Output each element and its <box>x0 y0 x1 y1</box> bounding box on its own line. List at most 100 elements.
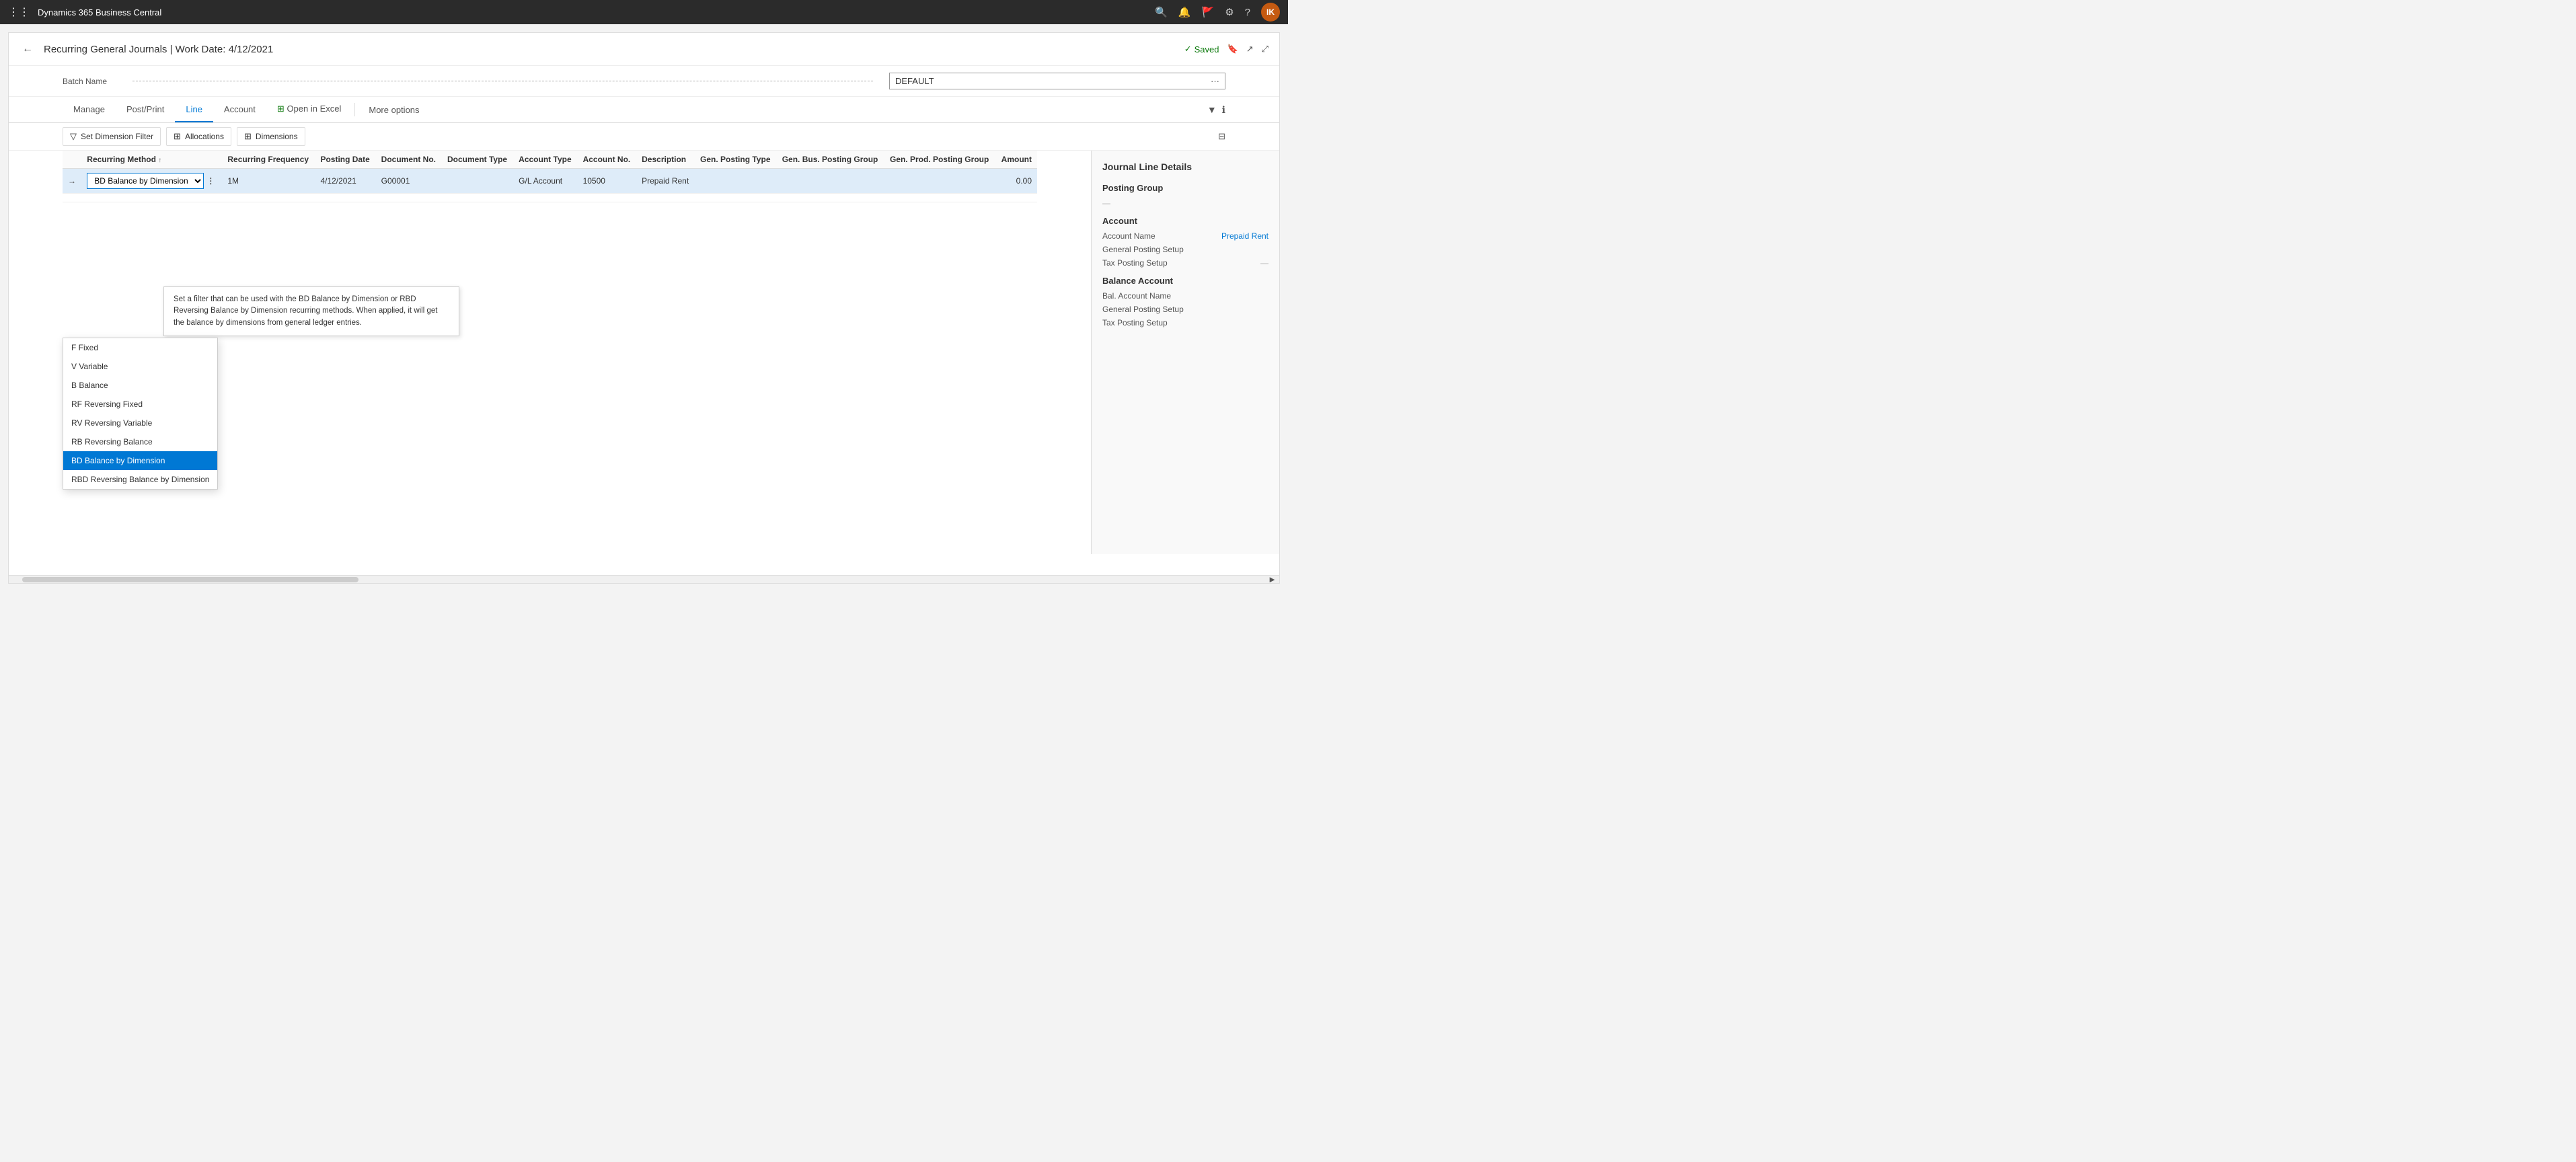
col-account-no[interactable]: Account No. <box>578 151 637 169</box>
col-account-type[interactable]: Account Type <box>513 151 577 169</box>
panel-section-balance-account: Balance Account <box>1102 276 1268 286</box>
dropdown-item-rv-reversing-variable[interactable]: RV Reversing Variable <box>63 414 217 432</box>
bal-general-posting-setup-label: General Posting Setup <box>1102 305 1184 314</box>
batch-value: DEFAULT <box>895 76 1205 86</box>
tab-line[interactable]: Line <box>175 98 213 122</box>
panel-field-bal-general-posting-setup: General Posting Setup <box>1102 305 1268 314</box>
col-description[interactable]: Description <box>636 151 695 169</box>
col-document-no[interactable]: Document No. <box>376 151 442 169</box>
page-wrapper: ← Recurring General Journals | Work Date… <box>8 32 1280 584</box>
tab-open-excel[interactable]: ⊞ Open in Excel <box>266 97 352 122</box>
panel-field-posting-group-value: — <box>1102 198 1268 208</box>
bookmark-icon[interactable]: 🔖 <box>1227 44 1238 54</box>
set-dimension-filter-button[interactable]: ▽ Set Dimension Filter <box>63 127 161 146</box>
panel-section-posting-group: Posting Group <box>1102 183 1268 193</box>
dropdown-item-v-variable[interactable]: V Variable <box>63 357 217 376</box>
cell-account-type[interactable]: G/L Account <box>513 169 577 194</box>
col-gen-posting-type[interactable]: Gen. Posting Type <box>695 151 777 169</box>
panel-field-account-name: Account Name Prepaid Rent <box>1102 231 1268 241</box>
tab-account[interactable]: Account <box>213 98 266 122</box>
cell-gen-posting-type[interactable] <box>695 169 777 194</box>
sort-icon: ↑ <box>158 157 161 164</box>
col-document-type[interactable]: Document Type <box>442 151 513 169</box>
excel-icon: ⊞ <box>277 104 285 114</box>
batch-ellipsis-button[interactable]: ··· <box>1211 76 1219 86</box>
cell-recurring-frequency[interactable]: 1M <box>222 169 315 194</box>
flag-icon[interactable]: 🚩 <box>1202 6 1215 18</box>
allocations-icon: ⊞ <box>174 131 181 142</box>
checkmark-icon: ✓ <box>1184 44 1192 54</box>
table-section: Recurring Method ↑ Recurring Frequency P… <box>9 151 1091 202</box>
tab-more-options[interactable]: More options <box>358 98 430 122</box>
horizontal-scrollbar[interactable]: ► <box>9 575 1279 583</box>
header-actions: ✓ Saved 🔖 ↗ ⤢ <box>1184 44 1268 54</box>
dimensions-icon: ⊞ <box>244 131 252 142</box>
cell-posting-date[interactable]: 4/12/2021 <box>315 169 375 194</box>
table-row[interactable]: → BD Balance by Dimension ⋮ 1M 4 <box>63 169 1037 194</box>
collapse-icon[interactable]: ⤢ <box>1262 44 1268 54</box>
cell-account-no[interactable]: 10500 <box>578 169 637 194</box>
col-recurring-frequency[interactable]: Recurring Frequency <box>222 151 315 169</box>
cell-document-no[interactable]: G00001 <box>376 169 442 194</box>
right-panel: Journal Line Details Posting Group — Acc… <box>1091 151 1279 554</box>
main-content: Set a filter that can be used with the B… <box>9 151 1279 202</box>
recurring-method-dropdown: F Fixed V Variable B Balance RF Reversin… <box>63 338 218 490</box>
tab-bar-right: ▼ ℹ <box>1207 104 1225 116</box>
cell-description[interactable]: Prepaid Rent <box>636 169 695 194</box>
batch-value-box[interactable]: DEFAULT ··· <box>889 73 1225 89</box>
scroll-right-arrow[interactable]: ► <box>1268 574 1277 584</box>
top-nav: ⋮⋮ Dynamics 365 Business Central 🔍 🔔 🚩 ⚙… <box>0 0 1288 24</box>
col-gen-prod-posting-group[interactable]: Gen. Prod. Posting Group <box>884 151 995 169</box>
dropdown-item-rf-reversing-fixed[interactable]: RF Reversing Fixed <box>63 395 217 414</box>
nav-grid-icon[interactable]: ⋮⋮ <box>8 5 30 19</box>
dimensions-button[interactable]: ⊞ Dimensions <box>237 127 305 146</box>
user-avatar[interactable]: IK <box>1261 3 1280 22</box>
general-posting-setup-label: General Posting Setup <box>1102 245 1184 254</box>
scrollbar-thumb[interactable] <box>22 577 358 582</box>
col-recurring-method[interactable]: Recurring Method ↑ <box>81 151 222 169</box>
search-icon[interactable]: 🔍 <box>1155 6 1168 18</box>
panel-title: Journal Line Details <box>1102 161 1268 172</box>
tab-postprint[interactable]: Post/Print <box>116 98 175 122</box>
dropdown-item-bd-balance-by-dimension[interactable]: BD Balance by Dimension <box>63 451 217 470</box>
col-arrow <box>63 151 81 169</box>
bal-account-name-label: Bal. Account Name <box>1102 291 1171 301</box>
panel-field-bal-account-name: Bal. Account Name <box>1102 291 1268 301</box>
filter-icon[interactable]: ▼ <box>1207 104 1217 115</box>
toolbar-row: ▽ Set Dimension Filter ⊞ Allocations ⊞ D… <box>9 123 1279 151</box>
col-gen-bus-posting-group[interactable]: Gen. Bus. Posting Group <box>777 151 884 169</box>
cell-recurring-method[interactable]: BD Balance by Dimension ⋮ <box>81 169 222 194</box>
cell-amount[interactable]: 0.00 <box>995 169 1037 194</box>
account-name-value[interactable]: Prepaid Rent <box>1221 231 1268 241</box>
table-header-row: Recurring Method ↑ Recurring Frequency P… <box>63 151 1037 169</box>
panel-field-bal-tax-posting-setup: Tax Posting Setup <box>1102 318 1268 327</box>
table-row-empty[interactable] <box>63 194 1037 202</box>
dropdown-item-rbd-reversing-balance-by-dimension[interactable]: RBD Reversing Balance by Dimension <box>63 470 217 489</box>
dropdown-item-f-fixed[interactable]: F Fixed <box>63 338 217 357</box>
bal-tax-posting-setup-label: Tax Posting Setup <box>1102 318 1168 327</box>
cell-gen-prod-posting-group[interactable] <box>884 169 995 194</box>
method-cell: BD Balance by Dimension ⋮ <box>87 173 217 189</box>
recurring-method-select[interactable]: BD Balance by Dimension <box>87 173 204 189</box>
columns-icon[interactable]: ⊟ <box>1218 131 1225 141</box>
dropdown-item-rb-reversing-balance[interactable]: RB Reversing Balance <box>63 432 217 451</box>
tab-manage[interactable]: Manage <box>63 98 116 122</box>
dropdown-item-b-balance[interactable]: B Balance <box>63 376 217 395</box>
page-header: ← Recurring General Journals | Work Date… <box>9 33 1279 66</box>
back-button[interactable]: ← <box>20 41 36 57</box>
allocations-button[interactable]: ⊞ Allocations <box>166 127 231 146</box>
method-more-button[interactable]: ⋮ <box>206 176 215 186</box>
col-posting-date[interactable]: Posting Date <box>315 151 375 169</box>
gear-icon[interactable]: ⚙ <box>1225 6 1234 18</box>
info-icon[interactable]: ℹ <box>1222 104 1225 116</box>
panel-field-tax-posting-setup: Tax Posting Setup — <box>1102 258 1268 268</box>
open-external-icon[interactable]: ↗ <box>1246 44 1254 54</box>
help-icon[interactable]: ? <box>1245 7 1250 18</box>
cell-gen-bus-posting-group[interactable] <box>777 169 884 194</box>
bell-icon[interactable]: 🔔 <box>1178 6 1191 18</box>
tooltip-text: Set a filter that can be used with the B… <box>174 295 437 327</box>
page-title: Recurring General Journals | Work Date: … <box>44 44 1176 55</box>
batch-name-row: Batch Name DEFAULT ··· <box>9 66 1279 97</box>
cell-document-type[interactable] <box>442 169 513 194</box>
col-amount[interactable]: Amount <box>995 151 1037 169</box>
